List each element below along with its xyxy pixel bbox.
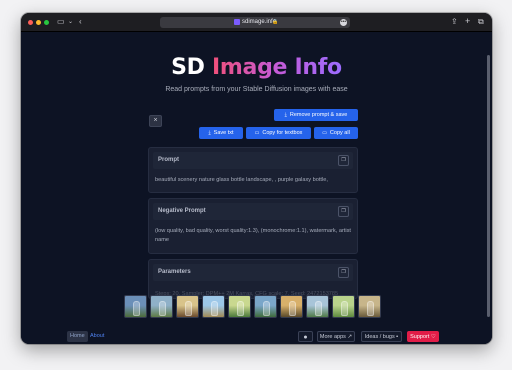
page-footer: Home About ● More apps ↗ Ideas / bugs ▪ … xyxy=(21,331,492,344)
thumb-6[interactable] xyxy=(254,295,277,318)
nav-home-link[interactable]: Home xyxy=(67,331,88,342)
share-icon[interactable]: ⇪ xyxy=(451,17,458,27)
bottle-shape xyxy=(159,301,166,316)
copy-for-textbox-button[interactable]: ▭ Copy for textbox xyxy=(246,127,311,139)
copy-negative-prompt-icon[interactable]: ❐ xyxy=(338,206,349,217)
remove-prompt-save-label: Remove prompt & save xyxy=(289,112,348,118)
negative-prompt-card-title: Negative Prompt xyxy=(158,208,206,214)
heart-icon: ♡ xyxy=(430,334,436,340)
thumb-7[interactable] xyxy=(280,295,303,318)
copy-prompt-icon[interactable]: ❐ xyxy=(338,155,349,166)
address-bar[interactable]: sdimage.info 🔒 ••• xyxy=(160,17,350,28)
new-tab-icon[interactable]: + xyxy=(465,16,470,26)
site-favicon-icon xyxy=(234,19,240,25)
save-txt-button[interactable]: ⤓ Save txt xyxy=(199,127,243,139)
bottle-shape xyxy=(263,301,270,316)
copy-all-label: Copy all xyxy=(329,130,350,136)
parameters-card-title: Parameters xyxy=(158,269,191,275)
back-arrow-icon[interactable]: ‹ xyxy=(79,17,82,27)
minimize-window-button[interactable] xyxy=(36,20,41,25)
prompt-card-title: Prompt xyxy=(158,157,179,163)
thumb-4[interactable] xyxy=(202,295,225,318)
thumb-8[interactable] xyxy=(306,295,329,318)
sidebar-toggle-icon[interactable]: ▭ xyxy=(57,17,65,27)
copy-for-textbox-label: Copy for textbox xyxy=(262,130,303,136)
copy-all-button[interactable]: ▭ Copy all xyxy=(314,127,358,139)
browser-titlebar: ▭ ⌄ ‹ sdimage.info 🔒 ••• ⇪ + ⧉ xyxy=(21,13,492,32)
ideas-bugs-label: Ideas / bugs xyxy=(364,334,395,340)
lock-icon: 🔒 xyxy=(272,19,279,25)
more-apps-button[interactable]: More apps ↗ xyxy=(317,331,355,342)
bottle-shape xyxy=(341,301,348,316)
bottle-shape xyxy=(367,301,374,316)
link-icon: ↗ xyxy=(347,334,353,340)
copy-parameters-icon[interactable]: ❐ xyxy=(338,267,349,278)
bottle-shape xyxy=(237,301,244,316)
bottle-shape xyxy=(289,301,296,316)
prompt-card-header: Prompt ❐ xyxy=(153,152,353,169)
nav-about-link[interactable]: About xyxy=(87,331,107,342)
remove-prompt-save-button[interactable]: ⤓ Remove prompt & save xyxy=(274,109,358,121)
close-window-button[interactable] xyxy=(28,20,33,25)
clipboard-icon: ▭ xyxy=(322,130,327,136)
page-content: SD Image Info Read prompts from your Sta… xyxy=(21,33,492,344)
bottle-shape xyxy=(133,301,140,316)
parameters-card: Parameters ❐ Steps: 20, Sampler: DPM++ 2… xyxy=(148,259,358,299)
thumb-5[interactable] xyxy=(228,295,251,318)
support-label: Support xyxy=(410,334,430,340)
support-button[interactable]: Support ♡ xyxy=(407,331,439,342)
thumb-1[interactable] xyxy=(124,295,147,318)
clipboard-icon: ▭ xyxy=(254,130,260,136)
thumb-9[interactable] xyxy=(332,295,355,318)
negative-prompt-card-header: Negative Prompt ❐ xyxy=(153,203,353,220)
page-title: SD Image Info xyxy=(21,55,492,80)
page-subtitle: Read prompts from your Stable Diffusion … xyxy=(165,86,348,93)
clear-button[interactable]: × xyxy=(149,115,162,127)
title-image-info: Image Info xyxy=(212,55,342,80)
thumb-3[interactable] xyxy=(176,295,199,318)
more-options-icon[interactable]: ••• xyxy=(340,19,347,26)
chevron-down-icon[interactable]: ⌄ xyxy=(68,17,73,27)
bottle-shape xyxy=(315,301,322,316)
ideas-bugs-button[interactable]: Ideas / bugs ▪ xyxy=(361,331,402,342)
address-bar-url: sdimage.info xyxy=(242,19,277,25)
download-icon: ⤓ xyxy=(208,130,211,136)
github-icon: ● xyxy=(303,334,308,341)
tab-overview-icon[interactable]: ⧉ xyxy=(478,17,484,27)
parameters-card-header: Parameters ❐ xyxy=(153,264,353,281)
prompt-card: Prompt ❐ beautiful scenery nature glass … xyxy=(148,147,358,193)
thumb-10[interactable] xyxy=(358,295,381,318)
zoom-window-button[interactable] xyxy=(44,20,49,25)
negative-prompt-text: (low quality, bad quality, worst quality… xyxy=(155,228,351,243)
scrollbar[interactable] xyxy=(487,55,490,317)
bug-icon: ▪ xyxy=(396,334,399,340)
browser-window: ▭ ⌄ ‹ sdimage.info 🔒 ••• ⇪ + ⧉ SD Image … xyxy=(21,13,492,344)
github-button[interactable]: ● xyxy=(298,331,313,342)
bottle-shape xyxy=(185,301,192,316)
prompt-text: beautiful scenery nature glass bottle la… xyxy=(155,177,328,183)
download-icon: ⤓ xyxy=(284,112,287,118)
thumb-2[interactable] xyxy=(150,295,173,318)
more-apps-label: More apps xyxy=(319,334,346,340)
save-txt-label: Save txt xyxy=(213,130,234,136)
negative-prompt-card: Negative Prompt ❐ (low quality, bad qual… xyxy=(148,198,358,254)
bottle-shape xyxy=(211,301,218,316)
title-sd: SD xyxy=(171,55,205,80)
